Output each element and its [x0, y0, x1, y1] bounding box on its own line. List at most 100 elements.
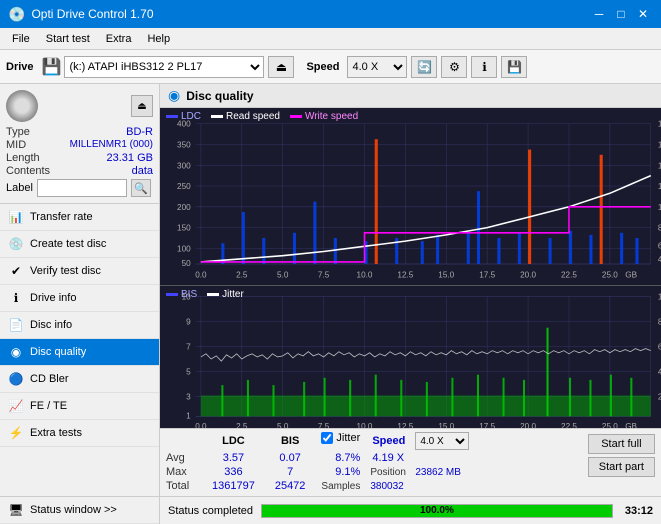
svg-text:10.0: 10.0	[357, 270, 373, 279]
legend-bis-color	[166, 293, 178, 296]
disc-mid-label: MID	[6, 139, 26, 151]
quality-header-icon: ◉	[168, 87, 180, 104]
menu-file[interactable]: File	[4, 31, 38, 47]
speed-select[interactable]: 4.0 X	[347, 56, 407, 78]
avg-ldc: 3.57	[202, 451, 265, 465]
max-label: Max	[166, 465, 202, 479]
menu-extra[interactable]: Extra	[98, 31, 140, 47]
top-chart-legend: LDC Read speed Write speed	[166, 111, 358, 122]
start-part-button[interactable]: Start part	[588, 457, 655, 477]
refresh-button[interactable]: 🔄	[411, 56, 437, 78]
disc-header: ⏏	[6, 90, 153, 122]
drive-select[interactable]: (k:) ATAPI iHBS312 2 PL17	[64, 56, 264, 78]
eject-button[interactable]: ⏏	[268, 56, 294, 78]
legend-jitter-label: Jitter	[222, 289, 244, 300]
stats-layout: LDC BIS Jitter Speed 4.0 X	[166, 432, 655, 493]
status-time: 33:12	[625, 505, 653, 517]
svg-text:3: 3	[186, 392, 191, 401]
jitter-checkbox[interactable]	[321, 432, 333, 444]
transfer-rate-icon: 📊	[8, 209, 24, 225]
svg-text:2.5: 2.5	[236, 422, 248, 428]
col-ldc-header: LDC	[202, 432, 265, 451]
col-empty	[166, 432, 202, 451]
bottom-chart-svg: 10 9 7 5 3 1 10% 8% 6% 4% 2% 0.0 2.5 5.0	[160, 286, 661, 428]
legend-bis-label: BIS	[181, 289, 197, 300]
disc-eject-button[interactable]: ⏏	[131, 95, 153, 117]
title-bar: 💿 Opti Drive Control 1.70 ─ □ ✕	[0, 0, 661, 28]
info-button2[interactable]: ℹ	[471, 56, 497, 78]
disc-type-row: Type BD-R	[6, 126, 153, 138]
svg-text:200: 200	[177, 203, 191, 212]
nav-item-cd-bler[interactable]: 🔵 CD Bler	[0, 366, 159, 393]
svg-text:350: 350	[177, 140, 191, 149]
stats-max-row: Max 336 7 9.1% Position 23862 MB	[166, 465, 473, 479]
speed-select-stats[interactable]: 4.0 X	[415, 432, 469, 450]
close-button[interactable]: ✕	[633, 4, 653, 24]
app-title: Opti Drive Control 1.70	[31, 7, 153, 21]
col-bis-header: BIS	[265, 432, 316, 451]
status-window-icon: 🖥	[8, 502, 24, 518]
disc-length-row: Length 23.31 GB	[6, 152, 153, 164]
menu-start-test[interactable]: Start test	[38, 31, 98, 47]
nav-disc-quality-label: Disc quality	[30, 346, 86, 358]
menu-bar: File Start test Extra Help	[0, 28, 661, 50]
nav-item-disc-quality[interactable]: ◉ Disc quality	[0, 339, 159, 366]
disc-label-key: Label	[6, 182, 33, 194]
fe-te-icon: 📈	[8, 398, 24, 414]
save-button[interactable]: 💾	[501, 56, 527, 78]
speed-label: Speed	[306, 61, 339, 73]
start-full-button[interactable]: Start full	[588, 434, 655, 454]
settings-button[interactable]: ⚙	[441, 56, 467, 78]
stats-total-row: Total 1361797 25472 Samples 380032	[166, 479, 473, 493]
nav-item-create-test[interactable]: 💿 Create test disc	[0, 231, 159, 258]
nav-cd-bler-label: CD Bler	[30, 373, 69, 385]
create-test-icon: 💿	[8, 236, 24, 252]
nav-drive-info-label: Drive info	[30, 292, 76, 304]
jitter-label: Jitter	[336, 432, 360, 444]
samples-label: Samples	[315, 479, 366, 493]
nav-item-extra-tests[interactable]: ⚡ Extra tests	[0, 420, 159, 447]
nav-item-disc-info[interactable]: 📄 Disc info	[0, 312, 159, 339]
nav-item-fe-te[interactable]: 📈 FE / TE	[0, 393, 159, 420]
svg-text:17.5: 17.5	[479, 422, 495, 428]
svg-text:17.5: 17.5	[479, 270, 495, 279]
disc-label-input[interactable]	[37, 179, 127, 197]
nav-status-window-label: Status window >>	[30, 504, 117, 516]
nav-item-verify-test[interactable]: ✔ Verify test disc	[0, 258, 159, 285]
nav-item-transfer-rate[interactable]: 📊 Transfer rate	[0, 204, 159, 231]
nav-disc-info-label: Disc info	[30, 319, 72, 331]
toolbar: Drive 💾 (k:) ATAPI iHBS312 2 PL17 ⏏ Spee…	[0, 50, 661, 84]
disc-quality-icon: ◉	[8, 344, 24, 360]
stats-bar: LDC BIS Jitter Speed 4.0 X	[160, 428, 661, 496]
svg-text:300: 300	[177, 161, 191, 170]
legend-read-speed: Read speed	[211, 111, 280, 122]
legend-ldc-color	[166, 115, 178, 118]
nav-verify-test-label: Verify test disc	[30, 265, 101, 277]
svg-text:10.0: 10.0	[357, 422, 373, 428]
minimize-button[interactable]: ─	[589, 4, 609, 24]
svg-text:25.0: 25.0	[602, 422, 618, 428]
nav-fe-te-label: FE / TE	[30, 400, 67, 412]
svg-text:7.5: 7.5	[318, 270, 330, 279]
app-icon: 💿	[8, 6, 25, 23]
menu-help[interactable]: Help	[139, 31, 178, 47]
svg-text:12.5: 12.5	[397, 270, 413, 279]
bottom-chart-wrapper: BIS Jitter	[160, 286, 661, 428]
nav-extra-tests-label: Extra tests	[30, 427, 82, 439]
svg-text:100: 100	[177, 244, 191, 253]
svg-text:20.0: 20.0	[520, 270, 536, 279]
drive-info-icon: ℹ	[8, 290, 24, 306]
nav-item-status-window[interactable]: 🖥 Status window >>	[0, 496, 159, 524]
disc-label-button[interactable]: 🔍	[131, 179, 151, 197]
start-buttons: Start full Start part	[580, 432, 655, 479]
quality-title: Disc quality	[186, 89, 253, 103]
legend-ldc-label: LDC	[181, 111, 201, 122]
drive-icon: 💾	[42, 57, 62, 77]
maximize-button[interactable]: □	[611, 4, 631, 24]
max-bis: 7	[265, 465, 316, 479]
svg-text:0.0: 0.0	[195, 422, 207, 428]
avg-jitter: 8.7%	[315, 451, 366, 465]
svg-text:7.5: 7.5	[318, 422, 330, 428]
nav-item-drive-info[interactable]: ℹ Drive info	[0, 285, 159, 312]
status-bar: Status completed 100.0% 33:12	[160, 496, 661, 524]
